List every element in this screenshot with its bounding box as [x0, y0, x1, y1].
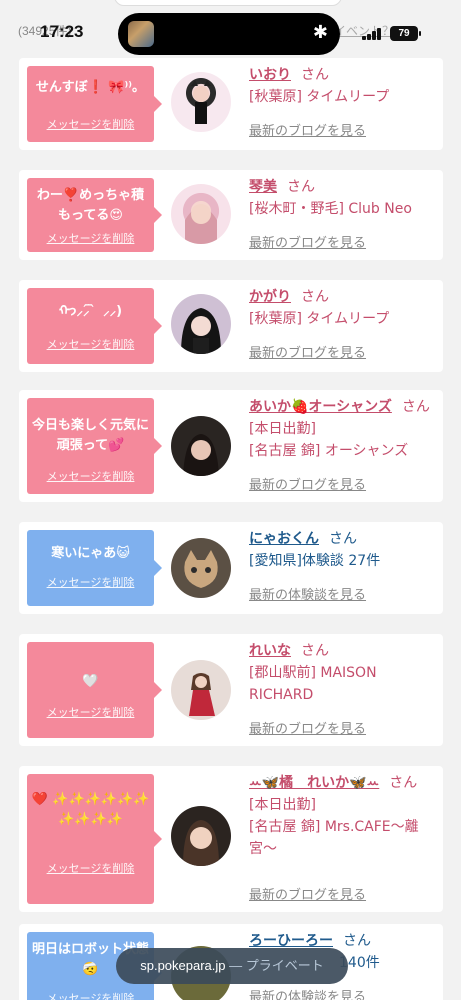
list-item[interactable]: せんすぼ❗ 🎀⁾⁾。 メッセージを削除 いおり さん [秋葉原] タイムリープ 最… — [19, 58, 443, 150]
shop-location: [名古屋 錦] オーシャンズ — [249, 443, 409, 459]
delete-message-link[interactable]: メッセージを削除 — [27, 336, 154, 352]
header-remnant — [0, 0, 461, 8]
delete-message-link[interactable]: メッセージを削除 — [27, 704, 154, 720]
message-bubble: ᡣ𐭩⸝⸝ ᷇ ᷆ ⸝⸝) メッセージを削除 — [27, 288, 162, 364]
honorific: さん — [389, 775, 418, 791]
url-separator: — — [225, 958, 246, 973]
card-info: れいな さん [郡山駅前] MAISON RICHARD 最新のブログを見る — [249, 640, 441, 744]
avatar-image — [181, 308, 221, 354]
delete-message-link[interactable]: メッセージを削除 — [27, 574, 154, 590]
honorific: さん — [287, 179, 315, 195]
private-mode-label: プライベート — [245, 958, 324, 973]
card-info: 琴美 さん [桜木町・野毛] Club Neo 最新のブログを見る — [249, 176, 441, 256]
honorific: さん — [301, 289, 329, 305]
honorific: さん — [343, 933, 371, 949]
battery-icon: 79 — [390, 26, 421, 41]
honorific: さん — [301, 67, 329, 83]
cast-name-link[interactable]: ろーひーろー — [249, 933, 333, 949]
dynamic-island[interactable]: ✱ — [118, 13, 340, 55]
header-pill — [114, 0, 342, 6]
message-bubble: せんすぼ❗ 🎀⁾⁾。 メッセージを削除 — [27, 66, 162, 142]
avatar-image — [189, 673, 215, 716]
attendance-status: [本日出勤] — [249, 421, 316, 437]
delete-message-link[interactable]: メッセージを削除 — [27, 990, 154, 1000]
cast-name-link[interactable]: かがり — [249, 289, 291, 305]
latest-blog-link[interactable]: 最新のブログを見る — [249, 886, 366, 906]
avatar[interactable] — [171, 660, 231, 720]
message-bubble: ❤️ ✨✨✨✨✨✨ ✨✨✨✨ メッセージを削除 — [27, 774, 162, 904]
card-info: あいか🍓オーシャンズ さん [本日出勤] [名古屋 錦] オーシャンズ 最新のブロ… — [249, 396, 441, 500]
cellular-signal-icon — [362, 28, 382, 40]
card-info: にゃおくん さん [愛知県]体験談 27件 最新の体験談を見る — [249, 528, 441, 608]
latest-blog-link[interactable]: 最新のブログを見る — [249, 476, 366, 496]
cast-name-link[interactable]: あいか🍓オーシャンズ — [249, 399, 392, 415]
message-bubble: 寒いにゃあ😺 メッセージを削除 — [27, 530, 162, 606]
shop-location: [桜木町・野毛] Club Neo — [249, 201, 412, 217]
cast-name-link[interactable]: ꕀ🦋橘 れいか🦋ꕀ — [249, 775, 379, 791]
avatar-image — [183, 434, 219, 476]
avatar[interactable] — [171, 806, 231, 866]
shop-location: [名古屋 錦] Mrs.CAFE〜離宮〜 — [249, 819, 419, 857]
attendance-status: [本日出勤] — [249, 797, 316, 813]
list-item[interactable]: 寒いにゃあ😺 メッセージを削除 にゃおくん さん [愛知県]体験談 27件 最新の… — [19, 522, 443, 614]
avatar[interactable] — [171, 184, 231, 244]
message-bubble: 今日も楽しく元気に頑張って💕 メッセージを削除 — [27, 398, 162, 494]
message-text: 今日も楽しく元気に頑張って💕 — [31, 418, 149, 453]
bluetooth-icon: ✱ — [312, 22, 328, 43]
list-item[interactable]: ❤️ ✨✨✨✨✨✨ ✨✨✨✨ メッセージを削除 ꕀ🦋橘 れいか🦋ꕀ さん [本日出… — [19, 766, 443, 912]
card-info: ꕀ🦋橘 れいか🦋ꕀ さん [本日出勤] [名古屋 錦] Mrs.CAFE〜離宮〜 … — [249, 772, 441, 908]
latest-blog-link[interactable]: 最新のブログを見る — [249, 234, 366, 254]
now-playing-thumbnail — [128, 21, 154, 47]
url-host: sp.pokepara.jp — [140, 958, 226, 973]
list-item[interactable]: わー❣️めっちゃ積もってる😍 メッセージを削除 琴美 さん [桜木町・野毛] Cl… — [19, 170, 443, 260]
avatar-image — [183, 820, 219, 866]
status-bar: (34925件) イベント？ 17:23 ✱ 79 — [0, 0, 461, 58]
latest-blog-link[interactable]: 最新のブログを見る — [249, 344, 366, 364]
delete-message-link[interactable]: メッセージを削除 — [27, 860, 154, 876]
list-item[interactable]: ᡣ𐭩⸝⸝ ᷇ ᷆ ⸝⸝) メッセージを削除 かがり さん [秋葉原] タイムリープ… — [19, 280, 443, 372]
avatar[interactable] — [171, 72, 231, 132]
list-item[interactable]: 🤍 メッセージを削除 れいな さん [郡山駅前] MAISON RICHARD 最… — [19, 634, 443, 746]
latest-review-link[interactable]: 最新の体験談を見る — [249, 988, 366, 1000]
cast-name-link[interactable]: れいな — [249, 643, 291, 659]
message-bubble: わー❣️めっちゃ積もってる😍 メッセージを削除 — [27, 178, 162, 252]
clock: 17:23 — [40, 22, 84, 41]
delete-message-link[interactable]: メッセージを削除 — [27, 116, 154, 132]
message-text: ᡣ𐭩⸝⸝ ᷇ ᷆ ⸝⸝) — [58, 304, 123, 319]
avatar[interactable] — [171, 538, 231, 598]
cast-name-link[interactable]: 琴美 — [249, 179, 277, 195]
list-item[interactable]: 今日も楽しく元気に頑張って💕 メッセージを削除 あいか🍓オーシャンズ さん [本日… — [19, 390, 443, 502]
avatar[interactable] — [171, 416, 231, 476]
message-text: 🤍 — [82, 674, 99, 689]
card-info: いおり さん [秋葉原] タイムリープ 最新のブログを見る — [249, 64, 441, 144]
review-count: [愛知県]体験談 27件 — [249, 553, 381, 569]
honorific: さん — [401, 399, 430, 415]
address-bar[interactable]: sp.pokepara.jp — プライベート — [116, 948, 348, 984]
avatar-image — [184, 550, 218, 588]
card-info: かがり さん [秋葉原] タイムリープ 最新のブログを見る — [249, 286, 441, 366]
latest-blog-link[interactable]: 最新のブログを見る — [249, 122, 366, 142]
avatar-image — [191, 80, 211, 124]
cast-name-link[interactable]: にゃおくん — [249, 531, 319, 547]
shop-location: [秋葉原] タイムリープ — [249, 89, 390, 105]
avatar-image — [185, 204, 217, 244]
delete-message-link[interactable]: メッセージを削除 — [27, 468, 154, 484]
delete-message-link[interactable]: メッセージを削除 — [27, 230, 154, 246]
message-text: ❤️ ✨✨✨✨✨✨ ✨✨✨✨ — [31, 792, 150, 827]
latest-review-link[interactable]: 最新の体験談を見る — [249, 586, 366, 606]
honorific: さん — [329, 531, 357, 547]
message-text: せんすぼ❗ 🎀⁾⁾。 — [35, 80, 146, 95]
message-text: わー❣️めっちゃ積もってる😍 — [36, 188, 145, 223]
cast-name-link[interactable]: いおり — [249, 67, 291, 83]
honorific: さん — [301, 643, 329, 659]
shop-location: [郡山駅前] MAISON RICHARD — [249, 665, 377, 703]
shop-location: [秋葉原] タイムリープ — [249, 311, 390, 327]
avatar[interactable] — [171, 294, 231, 354]
message-text: 寒いにゃあ😺 — [51, 546, 130, 561]
message-bubble: 🤍 メッセージを削除 — [27, 642, 162, 738]
latest-blog-link[interactable]: 最新のブログを見る — [249, 720, 366, 740]
